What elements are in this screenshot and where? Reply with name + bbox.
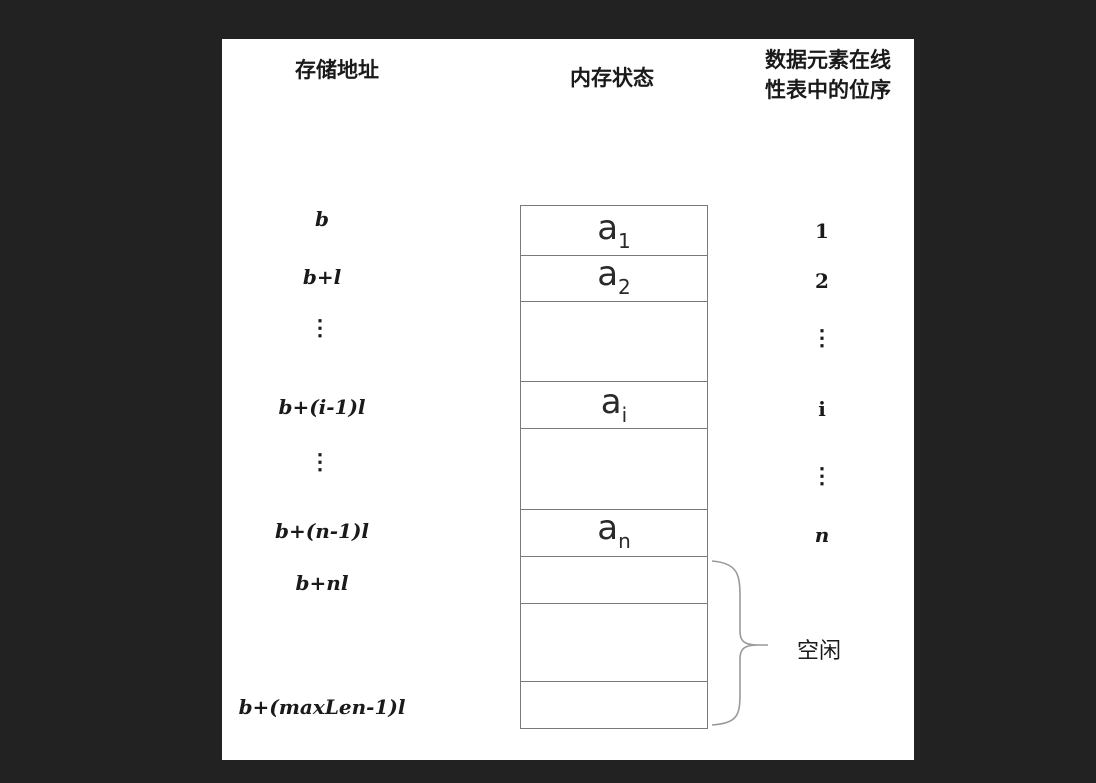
element-a1: a1 [520, 211, 708, 258]
memory-column: a1 a2 ai an [520, 205, 708, 729]
address-b-plus-l: b+l [302, 265, 342, 289]
element-a2-base: a [597, 254, 619, 294]
memory-cell-free-2 [520, 603, 708, 683]
order-n: n [814, 523, 830, 547]
element-a2-sub: 2 [618, 275, 631, 299]
order-1: 1 [815, 219, 829, 243]
order-ellipsis-2: ⋮ [811, 463, 833, 489]
address-b: b [315, 207, 329, 231]
header-position-line2: 性表中的位序 [765, 78, 891, 102]
header-position-line1: 数据元素在线 [765, 48, 891, 72]
memory-cell-gap-2 [520, 428, 708, 511]
memory-cell-free-last [520, 681, 708, 729]
element-a2: a2 [520, 257, 708, 304]
element-a1-base: a [597, 208, 619, 248]
element-ai-sub: i [621, 403, 628, 427]
address-ellipsis-1: ⋮ [309, 315, 331, 341]
element-a1-sub: 1 [618, 229, 631, 253]
free-region-brace [711, 560, 768, 726]
address-b-maxlen: b+(maxLen-1)l [238, 695, 406, 719]
memory-cell-free-1 [520, 556, 708, 605]
element-ai: ai [520, 385, 708, 432]
element-an: an [520, 511, 708, 558]
header-storage-address: 存储地址 [295, 58, 379, 82]
element-an-base: a [597, 508, 619, 548]
order-ellipsis-1: ⋮ [811, 325, 833, 351]
header-position-in-list: 数据元素在线 性表中的位序 [742, 45, 914, 105]
element-ai-base: a [600, 382, 622, 422]
header-memory-state: 内存状态 [570, 66, 654, 90]
free-label: 空闲 [797, 639, 842, 664]
address-b-n: b+(n-1)l [274, 519, 370, 543]
memory-cell-gap-1 [520, 301, 708, 383]
diagram-sheet: 存储地址 内存状态 数据元素在线 性表中的位序 b b+l ⋮ b+(i-1)l… [222, 39, 914, 760]
order-2: 2 [815, 269, 829, 293]
address-b-i: b+(i-1)l [278, 395, 366, 419]
address-ellipsis-2: ⋮ [309, 449, 331, 475]
order-i: i [818, 397, 826, 421]
address-b-nl: b+nl [295, 571, 349, 595]
element-an-sub: n [618, 529, 631, 553]
